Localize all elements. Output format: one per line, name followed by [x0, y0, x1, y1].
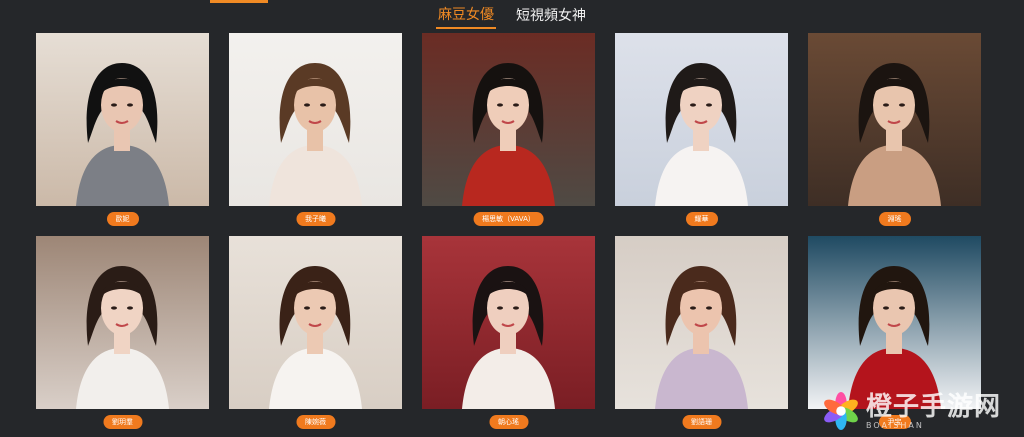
actress-name-badge[interactable]: 我子曦: [296, 212, 335, 226]
actress-photo[interactable]: [229, 236, 402, 409]
actress-card[interactable]: 楊思敏（VAVA）: [422, 33, 595, 230]
actress-card[interactable]: 陳婉薇: [229, 236, 402, 433]
actress-card[interactable]: 朝心瑤: [422, 236, 595, 433]
portrait-illustration: [422, 33, 595, 206]
actress-name-badge[interactable]: 歐妮: [106, 212, 139, 226]
portrait-illustration: [615, 236, 788, 409]
actress-name-badge[interactable]: 朝心瑤: [489, 415, 528, 429]
actress-name-badge[interactable]: 楊思敏（VAVA）: [473, 212, 544, 226]
actress-name-badge[interactable]: 劉語珊: [682, 415, 721, 429]
site-watermark: 橙子手游网 BOAISHAN: [822, 388, 1022, 434]
actress-photo[interactable]: [422, 236, 595, 409]
tab-short-video-goddesses[interactable]: 短視頻女神: [514, 5, 588, 28]
portrait-illustration: [808, 33, 981, 206]
flower-logo-icon: [824, 392, 858, 430]
actress-photo[interactable]: [615, 33, 788, 206]
portrait-illustration: [808, 236, 981, 409]
actress-card[interactable]: 耀華: [615, 33, 788, 230]
portrait-illustration: [229, 236, 402, 409]
actress-card[interactable]: 劉語珊: [615, 236, 788, 433]
actress-photo[interactable]: [229, 33, 402, 206]
top-accent-bar: [210, 0, 268, 3]
portrait-illustration: [229, 33, 402, 206]
tab-madou-actresses[interactable]: 麻豆女優: [436, 4, 496, 29]
portrait-illustration: [36, 236, 209, 409]
actress-card[interactable]: 歐妮: [36, 33, 209, 230]
actress-name-badge[interactable]: 耀華: [685, 212, 718, 226]
watermark-title: 橙子手游网: [866, 391, 1002, 422]
actress-photo[interactable]: [808, 33, 981, 206]
actress-card[interactable]: 我子曦: [229, 33, 402, 230]
actress-photo[interactable]: [36, 33, 209, 206]
actress-card[interactable]: 淵瑤: [808, 33, 981, 230]
actress-name-badge[interactable]: 陳婉薇: [296, 415, 335, 429]
actress-photo[interactable]: [808, 236, 981, 409]
portrait-illustration: [615, 33, 788, 206]
actress-photo[interactable]: [615, 236, 788, 409]
actress-card[interactable]: 劉玥羣: [36, 236, 209, 433]
actress-name-badge[interactable]: 劉玥羣: [103, 415, 142, 429]
actress-grid: 歐妮 我子曦 楊思敏（VAVA） 耀華 淵瑤 劉玥羣 陳婉薇 朝心瑤 劉語珊 尹宝: [36, 33, 981, 433]
actress-photo[interactable]: [422, 33, 595, 206]
portrait-illustration: [422, 236, 595, 409]
portrait-illustration: [36, 33, 209, 206]
category-tabs: 麻豆女優 短視頻女神: [0, 4, 1024, 29]
watermark-subtitle: BOAISHAN: [866, 420, 924, 430]
actress-photo[interactable]: [36, 236, 209, 409]
actress-name-badge[interactable]: 淵瑤: [878, 212, 911, 226]
